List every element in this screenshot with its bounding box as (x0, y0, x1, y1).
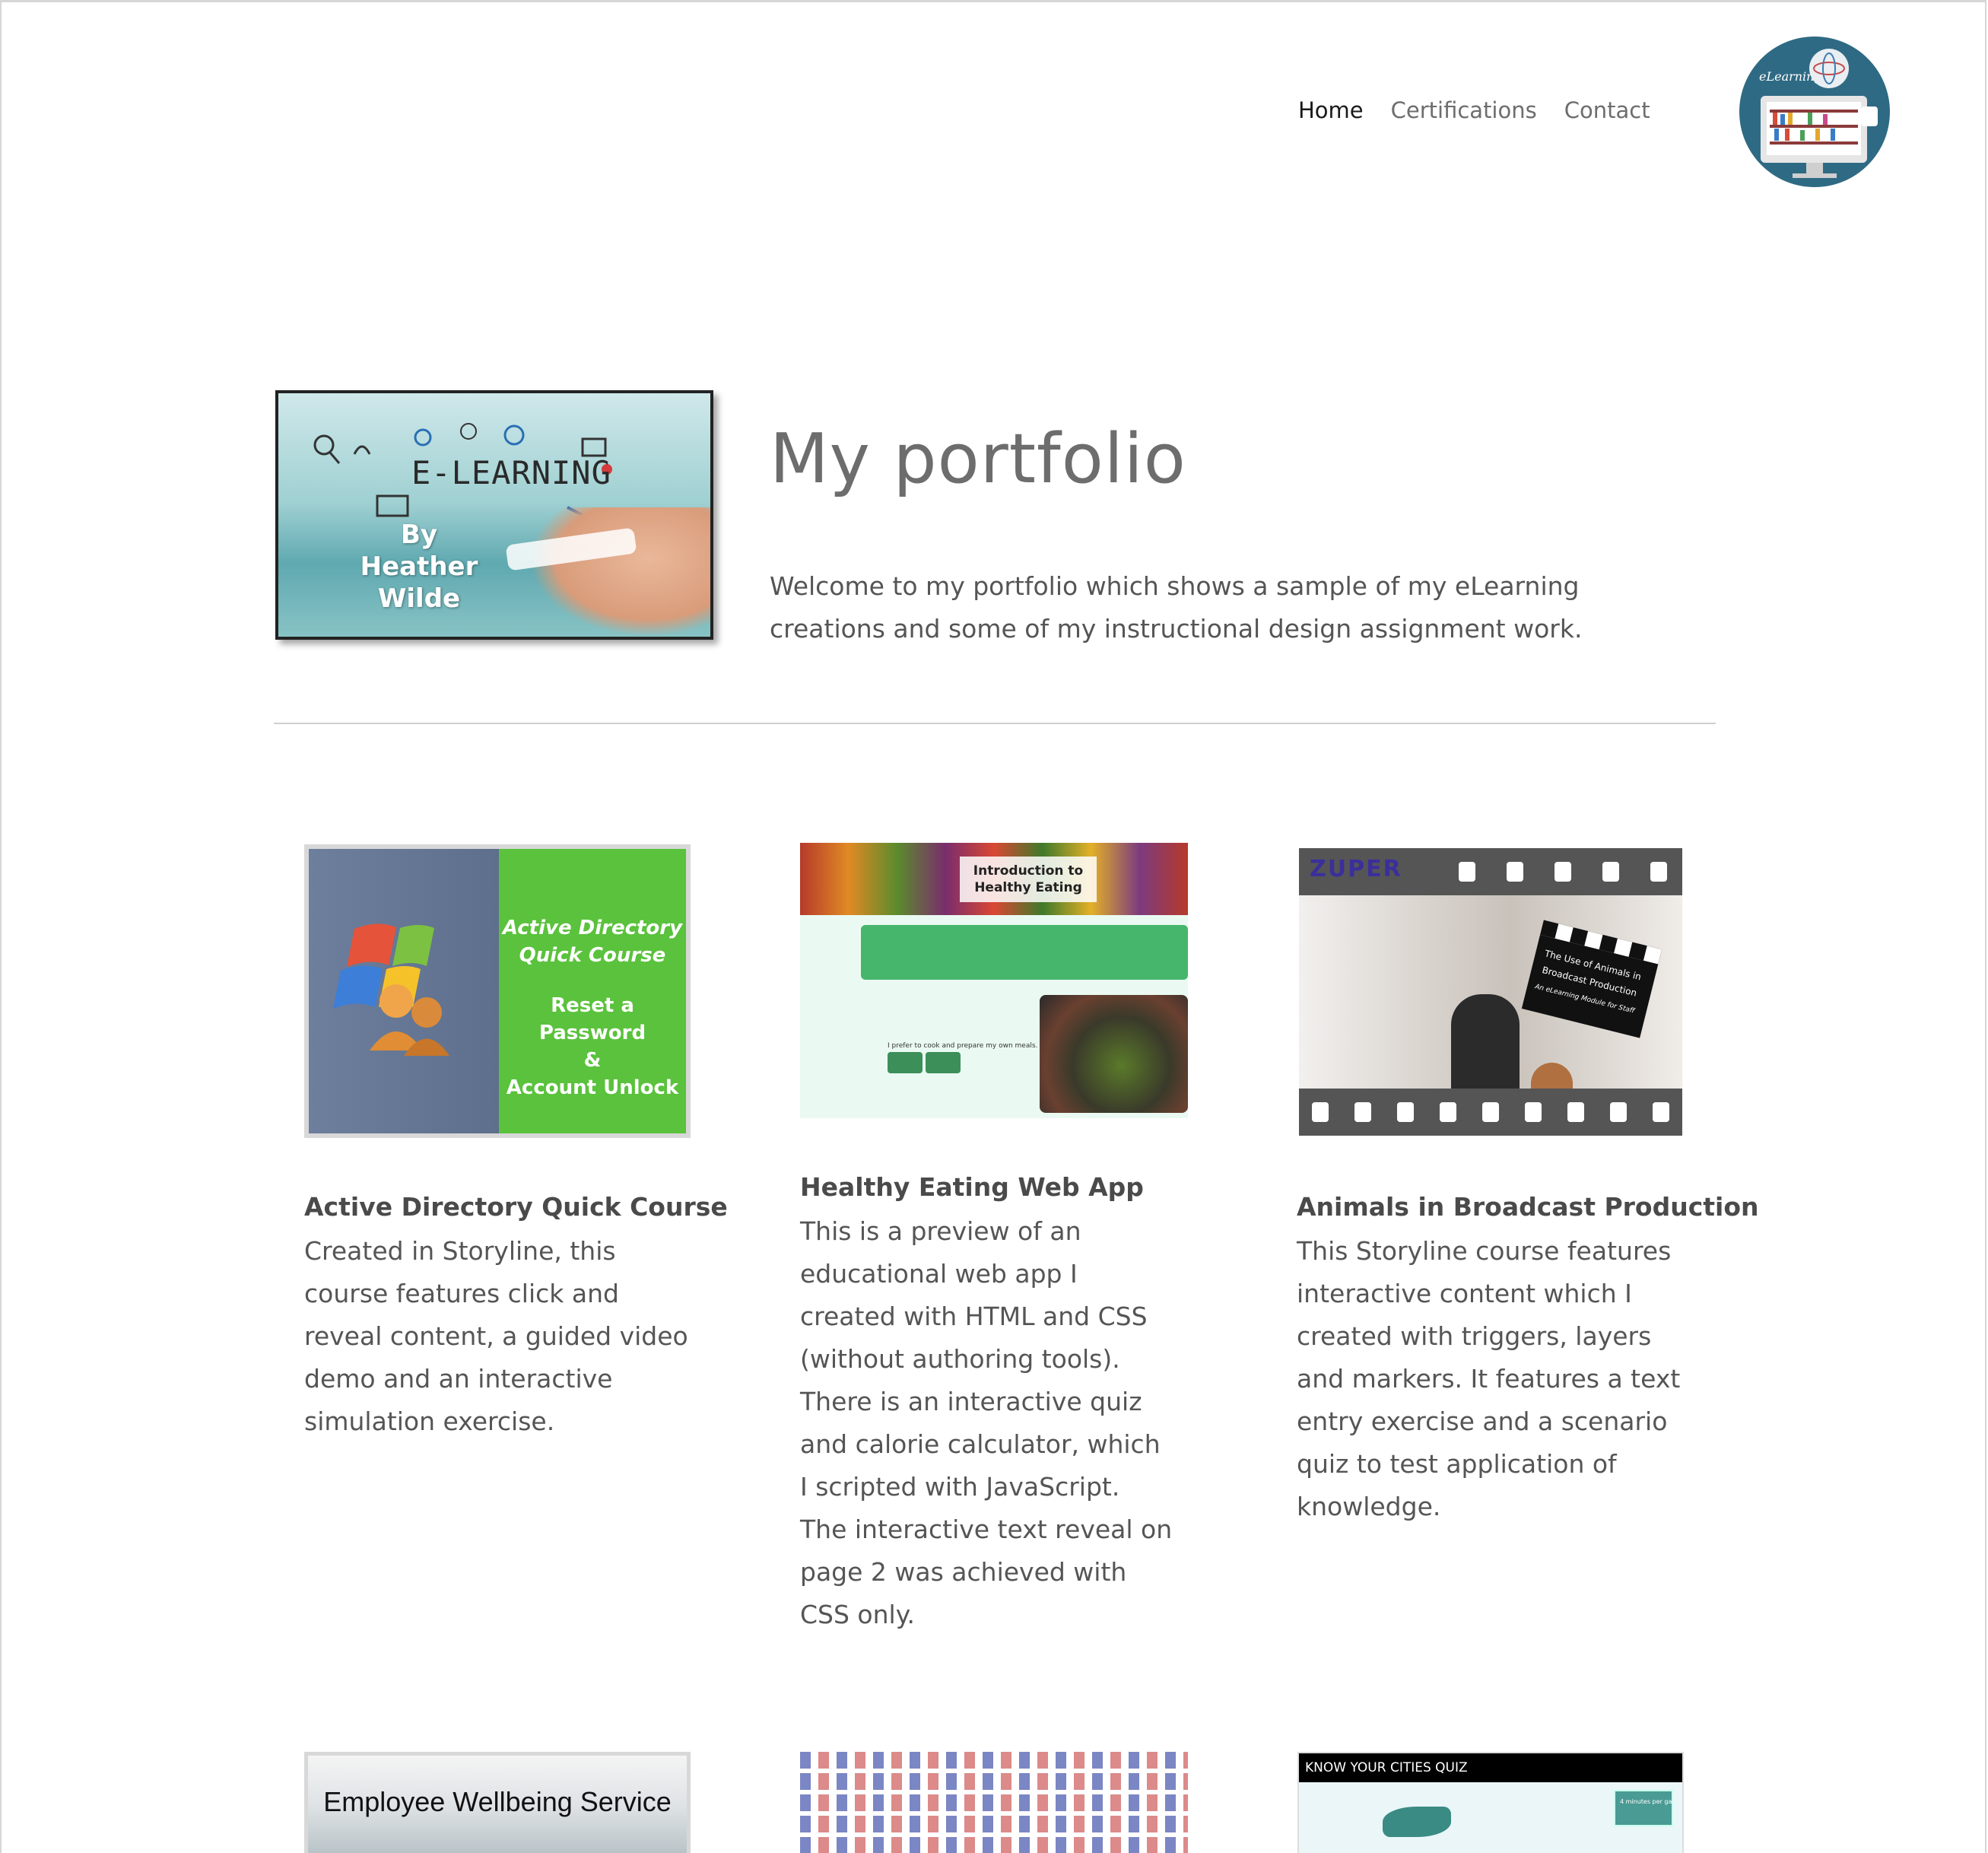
employee-wellbeing-title: Employee Wellbeing Service (323, 1786, 672, 1817)
browser-frame: Home Certifications Contact eLearning E-… (0, 0, 1986, 1853)
healthy-eating-thumbnail[interactable]: Introduction to Healthy Eating I prefer … (800, 843, 1188, 1118)
active-directory-thumbnail[interactable]: Active Directory Quick Course Reset a Pa… (304, 844, 691, 1138)
section-divider (274, 723, 1716, 724)
timer-badge-text: 4 minutes per game starting from now! (1620, 1798, 1672, 1805)
intro-text-box (861, 925, 1188, 980)
card-text-healthy-eating: This is a preview of an educational web … (800, 1216, 1173, 1629)
banner-line-3: Reset a Password (538, 994, 646, 1044)
card-title-animals-broadcast[interactable]: Animals in Broadcast Production (1297, 1192, 1759, 1222)
cities-quiz-header: KNOW YOUR CITIES QUIZ (1299, 1753, 1682, 1782)
false-button (926, 1052, 961, 1073)
main-nav: Home Certifications Contact (1298, 97, 1678, 123)
hero-image-title: E-LEARNING (411, 454, 611, 491)
clapperboard-icon: The Use of Animals in Broadcast Producti… (1521, 920, 1662, 1038)
employee-wellbeing-thumbnail[interactable]: Employee Wellbeing Service (304, 1752, 691, 1853)
quiz-buttons (888, 1052, 961, 1073)
card-title-active-directory[interactable]: Active Directory Quick Course (304, 1192, 728, 1222)
banner-line-1: Active Directory (502, 917, 683, 939)
card-text-animals-broadcast: This Storyline course features interacti… (1297, 1236, 1681, 1521)
zuper-logo: ZUPER (1310, 856, 1402, 882)
intro-text: Welcome to my portfolio which shows a sa… (770, 571, 1583, 644)
animals-broadcast-thumbnail[interactable]: The Use of Animals in Broadcast Producti… (1299, 848, 1682, 1136)
hero-byline-by: By (400, 520, 438, 550)
true-button (888, 1052, 923, 1073)
pattern-overlay (800, 1752, 1188, 1853)
film-strip-bottom (1299, 1089, 1682, 1136)
hand-illustration (529, 507, 710, 637)
airplane-icon (1383, 1807, 1451, 1837)
heading-line-2: Healthy Eating (974, 880, 1082, 895)
healthy-eating-heading: Introduction to Healthy Eating (960, 857, 1097, 902)
windows-logo-panel (309, 849, 499, 1133)
banner-line-5: Account Unlock (506, 1076, 679, 1099)
timer-badge: 4 minutes per game starting from now! (1614, 1790, 1682, 1826)
page-title: My portfolio (770, 419, 1186, 499)
active-directory-banner: Active Directory Quick Course Reset a Pa… (499, 849, 686, 1133)
cities-quiz-thumbnail[interactable]: KNOW YOUR CITIES QUIZ 4 minutes per game… (1297, 1752, 1684, 1853)
elearning-logo-icon[interactable]: eLearning (1739, 37, 1890, 187)
hero-byline-name: Heather Wilde (360, 551, 478, 614)
cooking-photo (1040, 995, 1188, 1113)
banner-line-2: Quick Course (519, 944, 666, 967)
film-strip-top: ZUPER (1299, 848, 1682, 895)
card-text-active-directory: Created in Storyline, this course featur… (304, 1236, 688, 1436)
banner-line-4: & (583, 1049, 602, 1072)
quiz-question: I prefer to cook and prepare my own meal… (888, 1042, 1038, 1050)
nav-certifications[interactable]: Certifications (1391, 97, 1537, 123)
card-title-healthy-eating[interactable]: Healthy Eating Web App (800, 1172, 1144, 1202)
hero-elearning-image: E-LEARNING By Heather Wilde (275, 390, 713, 640)
film-scene: The Use of Animals in Broadcast Producti… (1299, 895, 1682, 1116)
hero-image-byline: By Heather Wilde (332, 519, 507, 615)
nav-contact[interactable]: Contact (1564, 97, 1650, 123)
heading-line-1: Introduction to (973, 863, 1084, 879)
nav-home[interactable]: Home (1298, 97, 1364, 123)
pattern-thumbnail[interactable] (800, 1752, 1188, 1853)
